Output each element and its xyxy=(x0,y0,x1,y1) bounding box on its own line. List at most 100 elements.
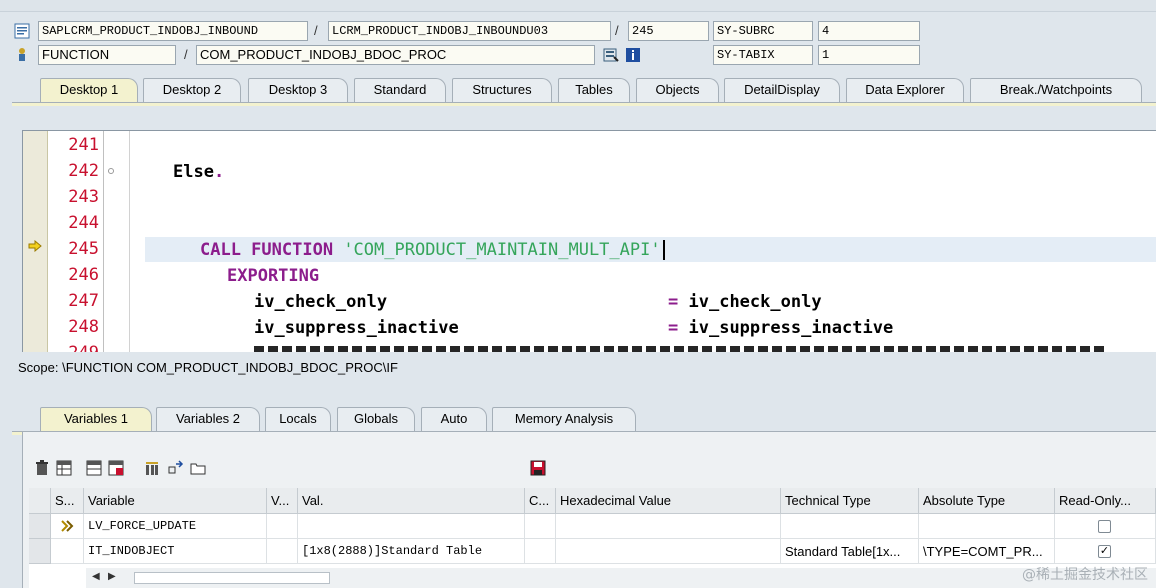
tab-tables[interactable]: Tables xyxy=(558,78,630,102)
layout-icon[interactable] xyxy=(86,460,102,476)
hex-cell xyxy=(556,514,781,539)
line-field[interactable]: 245 xyxy=(628,21,709,41)
tab-desktop-1[interactable]: Desktop 1 xyxy=(40,78,138,102)
horizontal-scrollbar[interactable]: ◀ ▶ xyxy=(86,568,1156,588)
function-name-string: 'COM_PRODUCT_MAINTAIN_MULT_API' xyxy=(343,240,661,260)
v-cell xyxy=(267,539,298,564)
save-icon[interactable] xyxy=(530,460,546,476)
select-all-cell[interactable] xyxy=(29,488,51,514)
sysfield2-value[interactable]: 1 xyxy=(818,45,920,65)
variable-cell[interactable]: LV_FORCE_UPDATE xyxy=(84,514,267,539)
c-cell xyxy=(525,514,556,539)
watchpoint-icon xyxy=(61,520,74,532)
line-number: 247 xyxy=(68,291,99,311)
param2-value: iv_suppress_inactive xyxy=(688,318,894,338)
v-cell xyxy=(267,514,298,539)
else-dot: . xyxy=(213,162,225,182)
column-header-c[interactable]: C... xyxy=(525,488,556,514)
folder-icon[interactable] xyxy=(190,460,206,476)
line-number: 241 xyxy=(68,135,99,155)
table-view-icon[interactable] xyxy=(56,460,72,476)
delete-icon[interactable] xyxy=(34,460,50,476)
status-cell xyxy=(51,514,84,539)
main-tabbar: Desktop 1 Desktop 2 Desktop 3 Standard S… xyxy=(0,78,1156,104)
tab-detaildisplay[interactable]: DetailDisplay xyxy=(724,78,840,102)
info-row-event: FUNCTION / COM_PRODUCT_INDOBJ_BDOC_PROC … xyxy=(0,44,1156,66)
tab-variables-1[interactable]: Variables 1 xyxy=(40,407,152,431)
program-field[interactable]: SAPLCRM_PRODUCT_INDOBJ_INBOUND xyxy=(38,21,308,41)
scope-label: Scope: \FUNCTION COM_PRODUCT_INDOBJ_BDOC… xyxy=(18,360,398,375)
row-selector[interactable] xyxy=(29,514,51,539)
transfer-icon[interactable] xyxy=(168,460,184,476)
code-line-call: CALL FUNCTION 'COM_PRODUCT_MAINTAIN_MULT… xyxy=(200,237,665,263)
column-header-read-only[interactable]: Read-Only... xyxy=(1055,488,1156,514)
exporting-keyword: EXPORTING xyxy=(227,266,320,286)
scroll-left-icon[interactable]: ◀ xyxy=(92,571,100,582)
read-only-cell: ✓ xyxy=(1055,539,1156,564)
fold-gutter xyxy=(104,131,130,352)
technical-type-cell: Standard Table[1x... xyxy=(781,539,919,564)
include-field[interactable]: LCRM_PRODUCT_INDOBJ_INBOUNDU03 xyxy=(328,21,611,41)
column-header-absolute-type[interactable]: Absolute Type xyxy=(919,488,1055,514)
else-keyword: Else xyxy=(173,162,214,182)
tab-data-explorer[interactable]: Data Explorer xyxy=(846,78,964,102)
tab-locals[interactable]: Locals xyxy=(265,407,331,431)
read-only-checkbox-checked[interactable]: ✓ xyxy=(1098,545,1111,558)
scroll-thumb[interactable] xyxy=(134,572,330,584)
sysfield2-name[interactable]: SY-TABIX xyxy=(713,45,813,65)
column-header-variable[interactable]: Variable xyxy=(84,488,267,514)
line-number-current: 245 xyxy=(68,239,99,259)
code-editor[interactable]: 241 242 243 244 245 246 247 248 249 Else… xyxy=(22,130,1156,352)
scroll-right-icon[interactable]: ▶ xyxy=(108,571,116,582)
separator: / xyxy=(314,23,318,38)
separator: / xyxy=(615,23,619,38)
line-number: 243 xyxy=(68,187,99,207)
column-header-v[interactable]: V... xyxy=(267,488,298,514)
param2-name: iv_suppress_inactive xyxy=(254,318,459,338)
watermark: @稀土掘金技术社区 xyxy=(1022,567,1148,583)
tab-auto[interactable]: Auto xyxy=(421,407,487,431)
event-type-field[interactable]: FUNCTION xyxy=(38,45,176,65)
tab-desktop-3[interactable]: Desktop 3 xyxy=(248,78,348,102)
read-only-cell xyxy=(1055,514,1156,539)
absolute-type-cell: \TYPE=COMT_PR... xyxy=(919,539,1055,564)
tab-globals[interactable]: Globals xyxy=(337,407,415,431)
info-icon[interactable] xyxy=(625,47,641,63)
code-line-else: Else. xyxy=(173,159,224,185)
fold-marker-icon[interactable] xyxy=(108,168,114,174)
code-line-param2-value: = iv_suppress_inactive xyxy=(668,315,893,341)
code-line-param2: iv_suppress_inactive xyxy=(254,315,459,341)
variable-cell[interactable]: IT_INDOBJECT xyxy=(84,539,267,564)
tab-desktop-2[interactable]: Desktop 2 xyxy=(143,78,241,102)
tab-variables-2[interactable]: Variables 2 xyxy=(156,407,260,431)
absolute-type-cell xyxy=(919,514,1055,539)
function-icon xyxy=(19,48,25,61)
value-cell[interactable] xyxy=(298,514,525,539)
tab-breakpoints[interactable]: Break./Watchpoints xyxy=(970,78,1142,102)
column-header-value[interactable]: Val. xyxy=(298,488,525,514)
breakpoint-gutter[interactable] xyxy=(23,131,48,352)
column-header-s[interactable]: S... xyxy=(51,488,84,514)
column-header-hex[interactable]: Hexadecimal Value xyxy=(556,488,781,514)
line-numbers: 241 242 243 244 245 246 247 248 249 xyxy=(48,131,104,352)
value-cell[interactable]: [1x8(2888)]Standard Table xyxy=(298,539,525,564)
row-selector[interactable] xyxy=(29,539,51,564)
line-number: 242 xyxy=(68,161,99,181)
tab-objects[interactable]: Objects xyxy=(636,78,719,102)
read-only-checkbox[interactable] xyxy=(1098,520,1111,533)
event-name-field[interactable]: COM_PRODUCT_INDOBJ_BDOC_PROC xyxy=(196,45,595,65)
save-layout-icon[interactable] xyxy=(108,460,124,476)
param1-equals: = xyxy=(668,292,679,312)
column-header-technical-type[interactable]: Technical Type xyxy=(781,488,919,514)
columns-icon[interactable] xyxy=(144,460,160,476)
technical-type-cell xyxy=(781,514,919,539)
tab-memory-analysis[interactable]: Memory Analysis xyxy=(492,407,636,431)
tab-standard[interactable]: Standard xyxy=(354,78,446,102)
param2-equals: = xyxy=(668,318,679,338)
sysfield1-value[interactable]: 4 xyxy=(818,21,920,41)
c-cell xyxy=(525,539,556,564)
tab-structures[interactable]: Structures xyxy=(452,78,552,102)
line-number: 246 xyxy=(68,265,99,285)
sysfield1-name[interactable]: SY-SUBRC xyxy=(713,21,813,41)
display-source-icon[interactable] xyxy=(603,47,619,63)
